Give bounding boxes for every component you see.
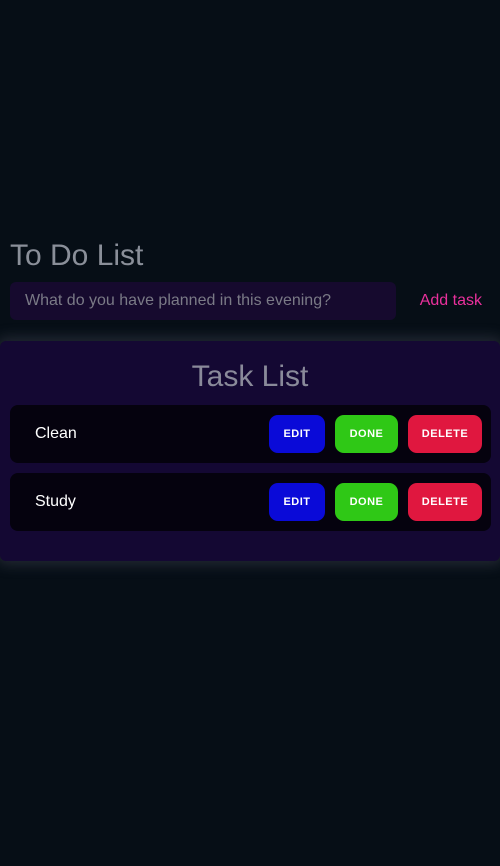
task-list-title: Task List [191,360,309,393]
task-name: Study [35,493,76,510]
delete-button[interactable]: DELETE [408,483,482,521]
app-header: To Do List [10,238,490,274]
delete-button[interactable]: DELETE [408,415,482,453]
add-task-form: Add task [10,282,490,322]
edit-button[interactable]: EDIT [269,483,325,521]
task-item: Study EDIT DONE DELETE [10,473,491,531]
done-button[interactable]: DONE [335,483,398,521]
task-list-panel: Task List Clean EDIT DONE DELETE Study E… [0,341,500,561]
edit-button[interactable]: EDIT [269,415,325,453]
done-button[interactable]: DONE [335,415,398,453]
task-item: Clean EDIT DONE DELETE [10,405,491,463]
task-input[interactable] [10,282,396,320]
add-task-button[interactable]: Add task [420,282,482,320]
task-name: Clean [35,425,77,442]
page-title: To Do List [10,239,144,272]
